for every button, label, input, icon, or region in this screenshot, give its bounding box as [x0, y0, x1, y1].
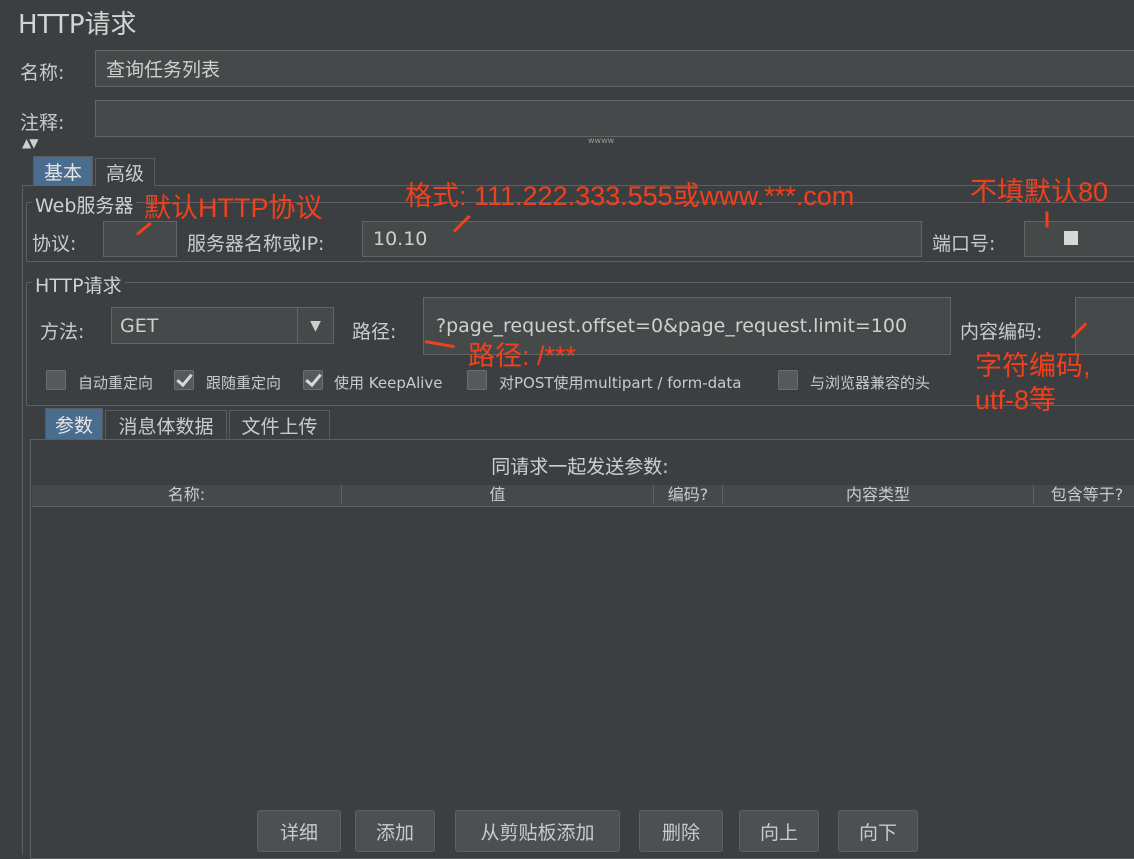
splitter-grip-icon[interactable]: wwww [588, 136, 614, 145]
port-label: 端口号: [932, 233, 996, 255]
column-content-type[interactable]: 内容类型 [723, 485, 1034, 505]
path-annotation: 路径: /*** [468, 341, 577, 371]
move-down-button[interactable]: 向下 [838, 810, 918, 852]
column-encode[interactable]: 编码? [654, 485, 723, 505]
comment-field[interactable] [95, 100, 1134, 137]
protocol-field[interactable] [103, 221, 177, 257]
move-up-button[interactable]: 向上 [739, 810, 819, 852]
port-field[interactable] [1024, 221, 1134, 257]
keepalive-checkbox[interactable] [303, 370, 323, 390]
detail-button[interactable]: 详细 [257, 810, 341, 852]
method-select[interactable]: GET ▼ [111, 307, 334, 344]
method-label: 方法: [40, 321, 85, 343]
parameters-table-header: 名称: 值 编码? 内容类型 包含等于? [32, 485, 1134, 507]
multipart-label: 对POST使用multipart / form-data [499, 374, 742, 392]
collapse-arrows-icon[interactable]: ▲▼ [22, 136, 39, 150]
tab-advanced[interactable]: 高级 [95, 158, 155, 186]
browser-headers-checkbox[interactable] [778, 370, 798, 390]
auto-redirect-checkbox[interactable] [46, 370, 66, 390]
tab-file-upload[interactable]: 文件上传 [229, 410, 330, 439]
multipart-checkbox[interactable] [467, 370, 487, 390]
format-annotation: 格式: 111.222.333.555或www.***.com [405, 181, 855, 211]
delete-button[interactable]: 删除 [639, 810, 723, 852]
parameters-table-body[interactable] [32, 507, 1134, 807]
encoding-label: 内容编码: [960, 321, 1043, 343]
server-label: 服务器名称或IP: [187, 233, 325, 255]
page-title: HTTP请求 [18, 10, 137, 40]
add-button[interactable]: 添加 [355, 810, 435, 852]
method-value: GET [120, 314, 159, 337]
comment-label: 注释: [20, 112, 65, 134]
server-field[interactable]: 10.10 [362, 221, 922, 257]
path-label: 路径: [352, 321, 397, 343]
protocol-annotation: 默认HTTP协议 [144, 193, 323, 223]
chevron-down-icon[interactable]: ▼ [297, 308, 333, 343]
add-from-clipboard-button[interactable]: 从剪贴板添加 [455, 810, 620, 852]
name-label: 名称: [20, 62, 65, 84]
column-value[interactable]: 值 [342, 485, 654, 505]
tab-basic[interactable]: 基本 [33, 156, 93, 186]
protocol-label: 协议: [32, 233, 77, 255]
encoding-annotation-line2: utf-8等 [975, 385, 1057, 415]
web-server-legend: Web服务器 [32, 191, 137, 218]
port-cursor-icon [1064, 231, 1078, 245]
port-arrow-icon [1045, 211, 1049, 228]
parameters-caption: 同请求一起发送参数: [491, 456, 669, 478]
column-name[interactable]: 名称: [32, 485, 342, 505]
browser-headers-label: 与浏览器兼容的头 [810, 374, 931, 392]
tab-parameters[interactable]: 参数 [45, 408, 103, 439]
keepalive-label: 使用 KeepAlive [334, 374, 443, 392]
name-field[interactable]: 查询任务列表 [95, 50, 1134, 87]
http-request-legend: HTTP请求 [32, 271, 125, 298]
tab-body-data[interactable]: 消息体数据 [105, 410, 227, 439]
follow-redirect-checkbox[interactable] [174, 370, 194, 390]
column-include-equals[interactable]: 包含等于? [1034, 485, 1134, 505]
auto-redirect-label: 自动重定向 [78, 374, 154, 392]
follow-redirect-label: 跟随重定向 [206, 374, 282, 392]
port-annotation: 不填默认80 [970, 177, 1109, 207]
